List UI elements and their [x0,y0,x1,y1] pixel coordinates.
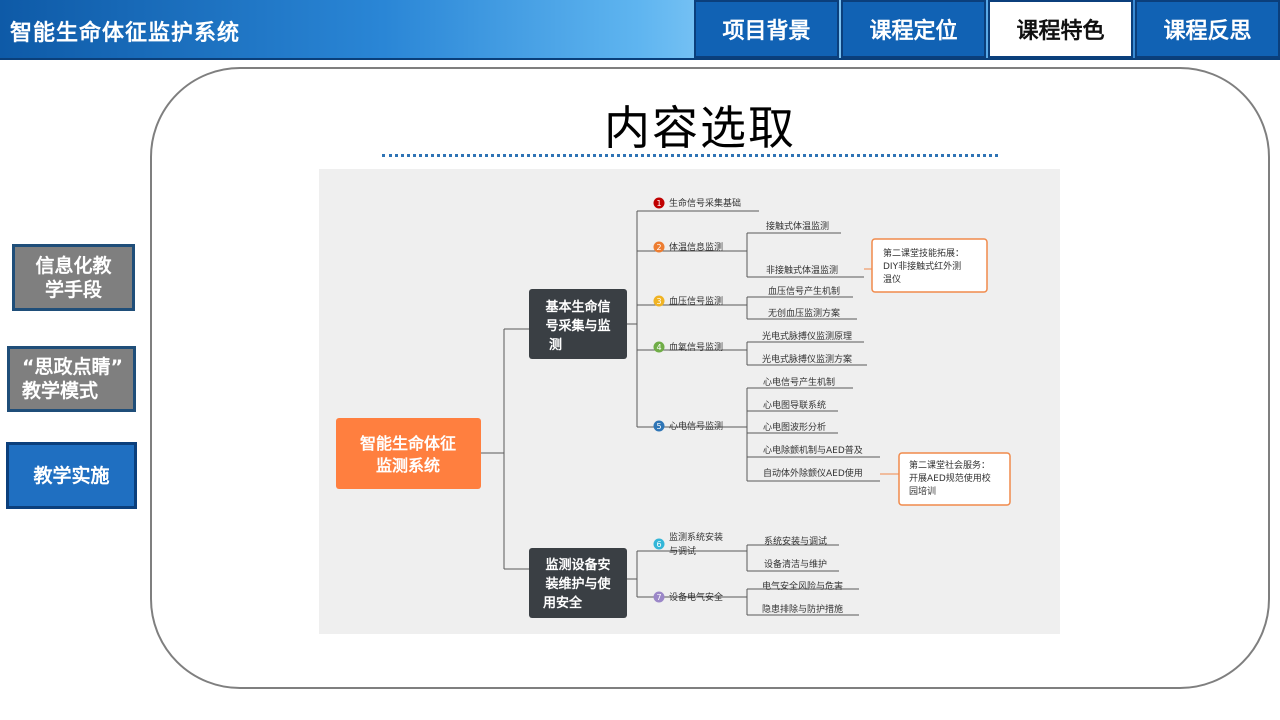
tab-project-background[interactable]: 项目背景 [694,0,839,58]
mindmap-diagram: 智能生命体征 监测系统 基本生命信 号采集与监 测 监测设备安 装维护与使 用安… [336,197,1011,618]
subtopic-label: 血压信号产生机制 [768,285,840,297]
topic-number: 6 [656,540,661,549]
callout-text: 温仪 [883,274,901,285]
sidebar-button-label: “思政点睛” [22,356,123,378]
mindmap-root-node [336,418,481,489]
sidebar-button-it-teaching[interactable]: 信息化教 学手段 [12,244,135,311]
branch-label: 号采集与监 [545,318,610,334]
tab-course-features[interactable]: 课程特色 [988,0,1133,58]
subtopic-label: 光电式脉搏仪监测原理 [762,330,852,342]
sidebar-button-label: 教学模式 [22,380,99,402]
callout-text: 第二课堂技能拓展： [883,247,964,259]
topic-number: 2 [656,243,661,252]
title-divider [382,154,998,157]
topic-label: 心电信号监测 [669,420,723,432]
topic-label: 生命信号采集基础 [669,197,741,209]
subtopic-label: 心电图导联系统 [763,399,826,411]
topic-number: 5 [656,422,661,431]
app-title: 智能生命体征监护系统 [10,21,241,46]
callout-text: 园培训 [909,485,936,497]
subtopic-label: 隐患排除与防护措施 [762,603,843,615]
topic-number: 4 [656,343,661,352]
sidebar-button-teaching-implementation[interactable]: 教学实施 [6,442,137,509]
top-nav-tabs: 项目背景 课程定位 课程特色 课程反思 [692,0,1280,60]
callout-text: 开展AED规范使用校 [909,472,991,484]
branch-label: 监测设备安 [545,557,610,573]
topic-label: 监测系统安装 [669,531,723,543]
branch-label: 用安全 [542,595,583,611]
subtopic-label: 电气安全风险与危害 [762,580,843,592]
page-title: 内容选取 [604,101,796,155]
subtopic-label: 心电除颤机制与AED普及 [763,444,863,456]
sidebar-button-label: 学手段 [44,278,102,301]
subtopic-label: 心电图波形分析 [763,421,826,433]
subtopic-label: 光电式脉搏仪监测方案 [762,353,852,365]
topic-label: 血压信号监测 [669,295,723,307]
sidebar-button-label: 信息化教 [35,254,112,277]
subtopic-label: 心电信号产生机制 [763,376,835,388]
subtopic-label: 系统安装与调试 [764,535,827,547]
root-label: 监测系统 [376,456,440,475]
branch-label: 测 [549,337,562,353]
subtopic-label: 接触式体温监测 [766,220,829,232]
callout-text: DIY非接触式红外测 [883,260,961,272]
subtopic-label: 无创血压监测方案 [768,307,840,319]
subtopic-label: 非接触式体温监测 [766,264,838,276]
subtopic-label: 自动体外除颤仪AED使用 [763,467,863,479]
topic-label: 与调试 [669,545,696,557]
topic-label: 设备电气安全 [669,591,723,603]
top-header-bar: 智能生命体征监护系统 项目背景 课程定位 课程特色 课程反思 [0,0,1280,60]
topic-label: 体温信息监测 [669,241,723,253]
topic-number: 1 [656,199,661,208]
sidebar-button-label: 教学实施 [33,464,110,487]
callout-text: 第二课堂社会服务： [909,459,990,471]
topic-label: 血氧信号监测 [669,341,723,353]
branch-label: 装维护与使 [544,576,611,592]
subtopic-label: 设备清洁与维护 [764,558,827,570]
branch-label: 基本生命信 [544,299,610,315]
tab-course-reflection[interactable]: 课程反思 [1135,0,1280,58]
root-label: 智能生命体征 [360,434,456,453]
topic-number: 7 [656,593,661,602]
mindmap-image: 智能生命体征 监测系统 基本生命信 号采集与监 测 监测设备安 装维护与使 用安… [319,169,1060,634]
topic-number: 3 [656,297,661,306]
sidebar-button-ideology-mode[interactable]: “思政点睛” 教学模式 [7,346,136,412]
tab-course-positioning[interactable]: 课程定位 [841,0,986,58]
